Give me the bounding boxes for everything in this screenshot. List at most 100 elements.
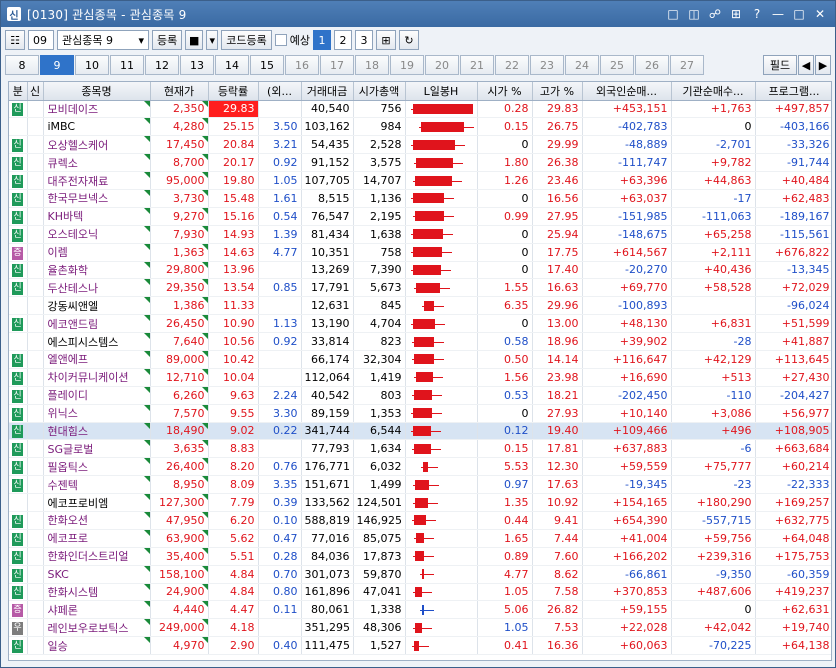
table-row[interactable]: 증 샤페론 4,440 4.47 0.11 80,061 1,338 5.06 26.82 +59…: [9, 600, 831, 620]
table-row[interactable]: 신 큐렉소 8,700 20.17 0.92 91,152 3,575 1.80 26.38 -1…: [9, 153, 831, 173]
table-row[interactable]: 신 KH바텍 9,270 15.16 0.54 76,547 2,195 0.99 27.95-…: [9, 207, 831, 226]
column-header[interactable]: 현재가: [150, 82, 209, 101]
column-header[interactable]: 분: [9, 82, 28, 101]
table-row[interactable]: 신 오상헬스케어 17,450 20.84 3.21 54,435 2,528 0 29.99-…: [9, 135, 831, 155]
stock-name[interactable]: 큐렉소: [43, 153, 151, 173]
stock-name[interactable]: 한국무브넥스: [43, 189, 151, 208]
tab-11[interactable]: 11: [110, 55, 144, 75]
column-header[interactable]: 고가 %: [532, 82, 583, 101]
tab-12[interactable]: 12: [145, 55, 179, 75]
expect-checkbox[interactable]: [274, 34, 287, 46]
table-row[interactable]: 신 현대힘스 18,490 9.02 0.22 341,744 6,544 0.12 19.40…: [9, 422, 831, 441]
stock-name[interactable]: 한화시스템: [43, 583, 151, 602]
stock-name[interactable]: 대주전자재료: [43, 171, 151, 190]
stock-name[interactable]: 이렘: [43, 243, 151, 262]
column-header[interactable]: 신: [27, 82, 44, 101]
tab-18[interactable]: 18: [355, 55, 389, 75]
stock-name[interactable]: SKC: [43, 565, 151, 584]
column-header[interactable]: 외국인순매...: [582, 82, 672, 101]
popout-icon[interactable]: ◫: [685, 5, 703, 23]
table-row[interactable]: 신 플레이디 6,260 9.63 2.24 40,542 803 0.53 18.21 -202…: [9, 386, 831, 405]
table-row[interactable]: 증 이렘 1,363 14.63 4.77 10,351 758 0 17.75 +614,567…: [9, 243, 831, 262]
grid-icon[interactable]: ⊞: [727, 5, 745, 23]
column-header[interactable]: 프로그램...: [755, 82, 831, 101]
group-menu-icon[interactable]: ☷: [5, 30, 25, 50]
table-row[interactable]: 신 차이커뮤니케이션 12,710 10.04 112,064 1,419 1.56 23.9…: [9, 368, 831, 387]
stock-name[interactable]: 샤페론: [43, 600, 151, 620]
table-row[interactable]: 신 엘앤에프 89,000 10.42 66,174 32,304 0.50 14.14 +11…: [9, 350, 831, 369]
stock-name[interactable]: 율촌화학: [43, 261, 151, 280]
column-header[interactable]: (외...: [258, 82, 302, 101]
column-header[interactable]: 등락률: [208, 82, 259, 101]
tab-27[interactable]: 27: [670, 55, 704, 75]
table-row[interactable]: 신 일승 4,970 2.90 0.40 111,475 1,527 0.41 16.36 +60…: [9, 636, 831, 656]
tab-13[interactable]: 13: [180, 55, 214, 75]
stock-name[interactable]: 오스테오닉: [43, 225, 151, 244]
group-select[interactable]: 관심종목 9 ▾: [57, 30, 149, 50]
tab-23[interactable]: 23: [530, 55, 564, 75]
tab-14[interactable]: 14: [215, 55, 249, 75]
stock-name[interactable]: 에코앤드림: [43, 314, 151, 334]
table-row[interactable]: 신 한화오션 47,950 6.20 0.10 588,819 146,925 0.44 9.4…: [9, 511, 831, 530]
table-row[interactable]: 신 두산테스나 29,350 13.54 0.85 17,791 5,673 1.55 16.6…: [9, 278, 831, 298]
stock-name[interactable]: 한화오션: [43, 511, 151, 530]
register-button[interactable]: 등록: [152, 30, 183, 50]
title-bar[interactable]: 신 [0130] 관심종목 - 관심종목 9 □ ◫ ☍ ⊞ ? — □ ✕: [1, 1, 835, 27]
tab-26[interactable]: 26: [635, 55, 669, 75]
tab-next-icon[interactable]: ▶: [815, 55, 831, 75]
stock-name[interactable]: 레인보우로보틱스: [43, 618, 151, 638]
table-row[interactable]: 신 모비데이즈 2,350 29.83 40,540 756 0.28 29.83 +453,1…: [9, 100, 831, 119]
table-row[interactable]: 신 한국무브넥스 3,730 15.48 1.61 8,515 1,136 0 16.56 +63…: [9, 189, 831, 208]
stock-name[interactable]: 모비데이즈: [43, 100, 151, 119]
color-square-icon[interactable]: ■: [185, 30, 204, 50]
tab-25[interactable]: 25: [600, 55, 634, 75]
stock-name[interactable]: 두산테스나: [43, 278, 151, 298]
export-icon[interactable]: ⊞: [375, 30, 396, 50]
stock-name[interactable]: SG글로벌: [43, 439, 151, 459]
tab-21[interactable]: 21: [460, 55, 494, 75]
tab-17[interactable]: 17: [320, 55, 354, 75]
tab-9[interactable]: 9: [40, 55, 74, 75]
stock-name[interactable]: 현대힘스: [43, 422, 151, 441]
table-row[interactable]: 에스피시스템스 7,640 10.56 0.92 33,814 823 0.58 18.96 +…: [9, 332, 831, 351]
tab-8[interactable]: 8: [5, 55, 39, 75]
table-row[interactable]: 신 위닉스 7,570 9.55 3.30 89,159 1,353 0 27.93 +10,14…: [9, 404, 831, 423]
page-button-1[interactable]: 1: [312, 30, 331, 50]
field-button[interactable]: 필드: [763, 55, 797, 75]
table-row[interactable]: 강동씨앤엘 1,386 11.33 12,631 845 6.35 29.96 -100,89…: [9, 296, 831, 316]
table-row[interactable]: 신 오스테오닉 7,930 14.93 1.39 81,434 1,638 0 25.94 -14…: [9, 225, 831, 244]
tab-prev-icon[interactable]: ◀: [798, 55, 814, 75]
stock-name[interactable]: 에코프로: [43, 529, 151, 548]
refresh-icon[interactable]: ↻: [398, 30, 419, 50]
page-button-2[interactable]: 2: [333, 30, 352, 50]
table-row[interactable]: 신 한화시스템 24,900 4.84 0.80 161,896 47,041 1.05 7.5…: [9, 583, 831, 602]
table-row[interactable]: 신 필옵틱스 26,400 8.20 0.76 176,771 6,032 5.53 12.30…: [9, 457, 831, 477]
stock-name[interactable]: 수젠텍: [43, 475, 151, 495]
column-header[interactable]: 기관순매수...: [671, 82, 756, 101]
tab-10[interactable]: 10: [75, 55, 109, 75]
table-row[interactable]: 신 SG글로벌 3,635 8.83 77,793 1,634 0.15 17.81 +637,…: [9, 439, 831, 459]
close-icon[interactable]: ✕: [811, 5, 829, 23]
code-register-button[interactable]: 코드등록: [221, 30, 272, 50]
link-icon[interactable]: ☍: [706, 5, 724, 23]
column-header[interactable]: 시가총액: [353, 82, 406, 101]
table-row[interactable]: 신 율촌화학 29,800 13.96 13,269 7,390 0 17.40 -20,270…: [9, 261, 831, 280]
stock-name[interactable]: 필옵틱스: [43, 457, 151, 477]
column-header[interactable]: 종목명: [43, 82, 151, 101]
stock-name[interactable]: 플레이디: [43, 386, 151, 405]
stock-name[interactable]: KH바텍: [43, 207, 151, 226]
tab-19[interactable]: 19: [390, 55, 424, 75]
page-button-3[interactable]: 3: [354, 30, 373, 50]
stock-name[interactable]: 일승: [43, 636, 151, 656]
stock-name[interactable]: 에스피시스템스: [43, 332, 151, 351]
group-number[interactable]: 09: [28, 30, 54, 50]
stock-name[interactable]: 엘앤에프: [43, 350, 151, 369]
stock-name[interactable]: 위닉스: [43, 404, 151, 423]
tab-22[interactable]: 22: [495, 55, 529, 75]
table-row[interactable]: 신 에코프로 63,900 5.62 0.47 77,016 85,075 1.65 7.44 +…: [9, 529, 831, 548]
stock-name[interactable]: iMBC: [43, 117, 151, 137]
stock-name[interactable]: 강동씨앤엘: [43, 296, 151, 316]
minimize-icon[interactable]: —: [769, 5, 787, 23]
column-header[interactable]: 거래대금: [301, 82, 354, 101]
tab-16[interactable]: 16: [285, 55, 319, 75]
